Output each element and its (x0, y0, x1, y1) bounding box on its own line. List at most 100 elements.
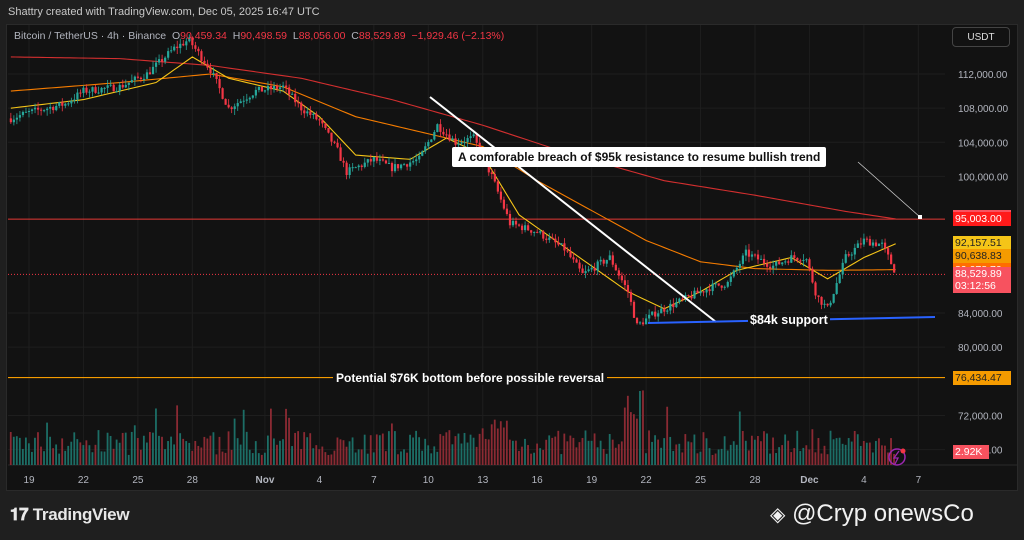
volume-bar (533, 452, 535, 465)
x-tick-label: 28 (187, 475, 199, 486)
candle-body (508, 213, 512, 226)
candle-body (714, 283, 717, 285)
support-annotation[interactable]: $84k support (748, 313, 830, 327)
volume-bar (260, 454, 263, 465)
volume-bar (847, 438, 850, 465)
volume-bar (227, 431, 230, 465)
volume-bar (542, 449, 545, 465)
volume-bar (266, 435, 269, 465)
candle-body (572, 257, 575, 260)
candle-body (587, 269, 590, 272)
candle-body (58, 102, 61, 106)
candle-body (623, 280, 627, 286)
candle-body (527, 225, 530, 231)
candle-body (145, 72, 149, 79)
candle-body (218, 79, 221, 89)
volume-bar (327, 454, 330, 465)
volume-bar (841, 443, 844, 465)
volume-bar (626, 395, 629, 465)
volume-bar (490, 424, 493, 465)
volume-bar (197, 445, 200, 465)
candle-body (118, 84, 121, 91)
price-chart[interactable]: 112,000.00 108,000.00 104,000.00 100,000.00… (0, 0, 1024, 540)
volume-bar (723, 436, 726, 465)
candle-body (660, 308, 663, 314)
candle-body (182, 43, 185, 46)
volume-bar (149, 432, 151, 465)
candle-body (206, 63, 209, 68)
volume-bar (496, 428, 499, 465)
volume-bar (73, 432, 76, 465)
volume-bar (230, 449, 233, 465)
volume-bar (106, 432, 109, 465)
downtrend-line (429, 96, 717, 323)
volume-bar (100, 451, 103, 465)
volume-bar (823, 445, 826, 465)
x-tick-label: 7 (371, 475, 377, 486)
volume-bar (391, 423, 393, 465)
volume-bar (336, 437, 339, 465)
volume-bar (279, 440, 281, 465)
volume-bar (581, 437, 584, 465)
candle-body (242, 100, 245, 102)
candle-body (832, 293, 835, 303)
candle-body (638, 322, 642, 324)
volume-bar (853, 430, 856, 465)
candle-body (705, 289, 708, 293)
volume-bar (466, 442, 469, 465)
resistance-annotation[interactable]: A comforable breach of $95k resistance t… (452, 147, 827, 167)
candle-body (330, 132, 333, 142)
volume-bar (412, 437, 414, 465)
volume-bar (868, 442, 871, 465)
candle-body (732, 270, 735, 277)
volume-bar (142, 435, 145, 465)
currency-button[interactable]: USDT (952, 27, 1010, 47)
candle-body (194, 45, 197, 49)
volume-bar (469, 434, 472, 465)
candle-body (40, 109, 43, 111)
tradingview-logo: 𝟏𝟕 TradingView (10, 505, 130, 525)
volume-bar (381, 433, 384, 465)
candle-body (753, 254, 757, 256)
volume-bar (518, 450, 520, 465)
candle-body (424, 146, 427, 152)
x-tick-label: 10 (423, 475, 435, 486)
y-tick-label: 108,000.00 (958, 104, 1008, 115)
volume-bar (318, 449, 321, 465)
volume-bar (200, 447, 203, 465)
y-tick-label: 72,000.00 (958, 411, 1003, 422)
volume-bar (502, 427, 505, 465)
candle-body (708, 289, 711, 292)
candle-body (266, 85, 270, 91)
volume-bar (690, 442, 693, 465)
candle-body (554, 238, 557, 243)
candle-body (560, 243, 563, 245)
candle-body (490, 172, 493, 175)
volume-bar (294, 432, 296, 465)
candle-body (27, 110, 31, 112)
candle-body (375, 157, 378, 161)
candle-body (890, 254, 893, 265)
bottom-annotation[interactable]: Potential $76K bottom before possible re… (333, 371, 608, 385)
x-tick-label: 19 (586, 475, 598, 486)
volume-bar (91, 452, 94, 465)
volume-bar (430, 453, 433, 465)
volume-bar (660, 447, 663, 465)
volume-bar (321, 446, 324, 465)
volume-bar (254, 441, 257, 465)
volume-bar (182, 438, 185, 465)
volume-bar (605, 453, 608, 465)
candle-body (366, 159, 369, 163)
candle-body (575, 259, 578, 263)
candle-body (738, 263, 741, 268)
candle-body (12, 119, 15, 123)
volume-bar (871, 452, 874, 465)
volume-bar (817, 438, 820, 465)
x-tick-label: 7 (916, 475, 922, 486)
volume-bar (838, 437, 841, 465)
candle-body (463, 142, 466, 144)
candle-body (548, 237, 551, 240)
volume-bar (400, 451, 402, 465)
candle-body (629, 291, 633, 302)
candle-body (542, 231, 545, 239)
